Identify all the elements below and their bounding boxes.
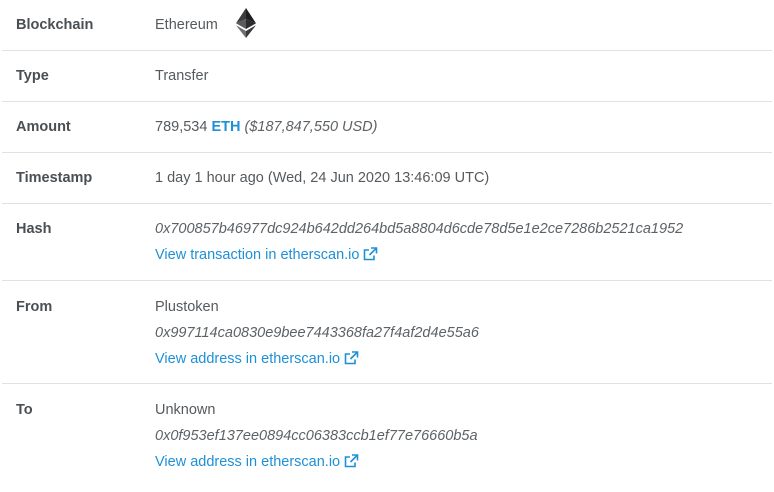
view-to-address-link[interactable]: View address in etherscan.io [155, 454, 359, 470]
amount-currency: ETH [211, 119, 241, 135]
type-label: Type [16, 68, 49, 84]
view-to-address-link-text: View address in etherscan.io [155, 454, 341, 470]
from-label: From [16, 299, 53, 315]
transaction-details: Blockchain Ethereum Type Transfer Amount… [2, 0, 772, 492]
external-link-icon [344, 451, 359, 477]
timestamp-value: 1 day 1 hour ago (Wed, 24 Jun 2020 13:46… [155, 170, 490, 186]
hash-value: 0x700857b46977dc924b642dd264bd5a8804d6cd… [155, 221, 684, 237]
timestamp-label: Timestamp [16, 170, 93, 186]
row-amount: Amount 789,534 ETH ($187,847,550 USD) [2, 102, 772, 153]
to-address: 0x0f953ef137ee0894cc06383ccb1ef77e76660b… [155, 428, 478, 444]
row-timestamp: Timestamp 1 day 1 hour ago (Wed, 24 Jun … [2, 153, 772, 204]
to-name: Unknown [155, 402, 216, 418]
external-link-icon [344, 348, 359, 374]
blockchain-value: Ethereum [155, 16, 218, 33]
blockchain-value-cell: Ethereum [155, 8, 772, 42]
type-value: Transfer [155, 68, 209, 84]
view-from-address-link-text: View address in etherscan.io [155, 351, 341, 367]
view-transaction-link[interactable]: View transaction in etherscan.io [155, 247, 378, 263]
hash-value-cell: 0x700857b46977dc924b642dd264bd5a8804d6cd… [155, 216, 772, 268]
from-address: 0x997114ca0830e9bee7443368fa27f4af2d4e55… [155, 325, 479, 341]
amount-label: Amount [16, 119, 71, 135]
amount-value-cell: 789,534 ETH ($187,847,550 USD) [155, 119, 772, 135]
row-type: Type Transfer [2, 51, 772, 102]
external-link-icon [363, 244, 378, 270]
from-value-cell: Plustoken 0x997114ca0830e9bee7443368fa27… [155, 294, 772, 372]
to-value-cell: Unknown 0x0f953ef137ee0894cc06383ccb1ef7… [155, 397, 772, 475]
to-label: To [16, 402, 33, 418]
view-transaction-link-text: View transaction in etherscan.io [155, 247, 360, 263]
row-hash: Hash 0x700857b46977dc924b642dd264bd5a880… [2, 204, 772, 281]
view-from-address-link[interactable]: View address in etherscan.io [155, 351, 359, 367]
hash-label: Hash [16, 221, 52, 237]
row-to: To Unknown 0x0f953ef137ee0894cc06383ccb1… [2, 384, 772, 492]
from-name: Plustoken [155, 299, 219, 315]
amount-number: 789,534 [155, 119, 208, 135]
row-from: From Plustoken 0x997114ca0830e9bee744336… [2, 281, 772, 384]
row-blockchain: Blockchain Ethereum [2, 0, 772, 51]
amount-usd: ($187,847,550 USD) [244, 119, 378, 135]
blockchain-label: Blockchain [16, 17, 94, 33]
ethereum-logo-icon [235, 8, 256, 42]
